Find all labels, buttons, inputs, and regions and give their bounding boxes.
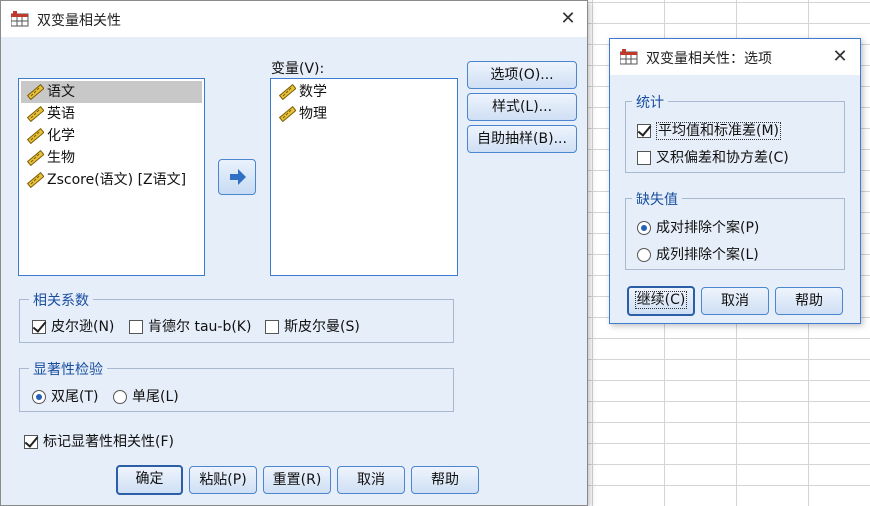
title-bar: 双变量相关性 ✕ xyxy=(1,1,587,37)
scale-variable-icon xyxy=(278,106,296,122)
two-tailed-radio[interactable]: 双尾(T) xyxy=(32,387,98,407)
listwise-radio[interactable]: 成列排除个案(L) xyxy=(637,245,759,265)
scale-variable-icon xyxy=(26,106,44,122)
options-dialog-title: 双变量相关性：选项 xyxy=(646,51,772,67)
scale-variable-icon xyxy=(26,172,44,188)
help-button[interactable]: 帮助 xyxy=(411,466,479,494)
list-item[interactable]: 语文 xyxy=(21,81,202,103)
list-item[interactable]: Zscore(语文) [Z语文] xyxy=(21,169,202,191)
variables-list-label: 变量(V): xyxy=(271,61,325,77)
flag-significant-checkbox[interactable]: 标记显著性相关性(F) xyxy=(24,432,174,452)
variable-label: 物理 xyxy=(299,106,327,122)
scale-variable-icon xyxy=(26,150,44,166)
radio-unselected-icon xyxy=(113,390,127,404)
means-sd-checkbox[interactable]: 平均值和标准差(M) xyxy=(637,121,782,141)
variable-label: 语文 xyxy=(47,84,75,100)
spss-dialog-icon xyxy=(620,49,638,65)
variable-label: 数学 xyxy=(299,84,327,100)
statistics-label: 统计 xyxy=(632,92,668,112)
variable-label: 化学 xyxy=(47,128,75,144)
correlation-coefficients-label: 相关系数 xyxy=(29,290,93,310)
significance-test-label: 显著性检验 xyxy=(29,359,107,379)
bivariate-correlations-dialog: 双变量相关性 ✕ 语文 英语 化学 生物 Zscore(语文) [Z语文] 变量… xyxy=(0,0,588,506)
move-variable-button[interactable] xyxy=(218,159,256,195)
ok-button[interactable]: 确定 xyxy=(116,465,183,495)
scale-variable-icon xyxy=(26,84,44,100)
list-item[interactable]: 化学 xyxy=(21,125,202,147)
scale-variable-icon xyxy=(26,128,44,144)
variable-label: Zscore(语文) [Z语文] xyxy=(47,172,187,188)
continue-button[interactable]: 继续(C) xyxy=(627,286,695,316)
options-help-button[interactable]: 帮助 xyxy=(775,287,843,315)
bootstrap-button[interactable]: 自助抽样(B)... xyxy=(467,125,577,153)
checkbox-checked-icon xyxy=(24,435,38,449)
missing-values-label: 缺失值 xyxy=(632,189,682,209)
list-item[interactable]: 物理 xyxy=(273,103,455,125)
variable-label: 生物 xyxy=(47,150,75,166)
arrow-right-icon xyxy=(230,169,246,185)
checkbox-unchecked-icon xyxy=(265,320,279,334)
checkbox-checked-icon xyxy=(637,124,651,138)
options-cancel-button[interactable]: 取消 xyxy=(701,287,769,315)
spss-dialog-icon xyxy=(11,11,29,27)
checkbox-unchecked-icon xyxy=(129,320,143,334)
list-item[interactable]: 生物 xyxy=(21,147,202,169)
list-item[interactable]: 数学 xyxy=(273,81,455,103)
kendall-checkbox[interactable]: 肯德尔 tau-b(K) xyxy=(129,317,251,337)
options-dialog: 双变量相关性：选项 ✕ 统计 平均值和标准差(M) 叉积偏差和协方差(C) 缺失… xyxy=(609,38,861,324)
cancel-button[interactable]: 取消 xyxy=(337,466,405,494)
source-variable-list[interactable]: 语文 英语 化学 生物 Zscore(语文) [Z语文] xyxy=(18,78,205,276)
scale-variable-icon xyxy=(278,84,296,100)
cross-products-checkbox[interactable]: 叉积偏差和协方差(C) xyxy=(637,148,789,168)
checkbox-checked-icon xyxy=(32,320,46,334)
radio-selected-icon xyxy=(32,390,46,404)
options-button[interactable]: 选项(O)... xyxy=(467,61,577,89)
options-title-bar: 双变量相关性：选项 ✕ xyxy=(610,39,860,75)
close-icon[interactable]: ✕ xyxy=(554,7,582,31)
style-button[interactable]: 样式(L)... xyxy=(467,93,577,121)
close-icon[interactable]: ✕ xyxy=(826,45,854,69)
target-variable-list[interactable]: 数学 物理 xyxy=(270,78,458,276)
radio-selected-icon xyxy=(637,221,651,235)
pearson-checkbox[interactable]: 皮尔逊(N) xyxy=(32,317,114,337)
checkbox-unchecked-icon xyxy=(637,151,651,165)
paste-button[interactable]: 粘贴(P) xyxy=(189,466,257,494)
list-item[interactable]: 英语 xyxy=(21,103,202,125)
pairwise-radio[interactable]: 成对排除个案(P) xyxy=(637,218,759,238)
variable-label: 英语 xyxy=(47,106,75,122)
one-tailed-radio[interactable]: 单尾(L) xyxy=(113,387,179,407)
spearman-checkbox[interactable]: 斯皮尔曼(S) xyxy=(265,317,360,337)
dialog-title: 双变量相关性 xyxy=(37,13,121,29)
radio-unselected-icon xyxy=(637,248,651,262)
reset-button[interactable]: 重置(R) xyxy=(263,466,331,494)
